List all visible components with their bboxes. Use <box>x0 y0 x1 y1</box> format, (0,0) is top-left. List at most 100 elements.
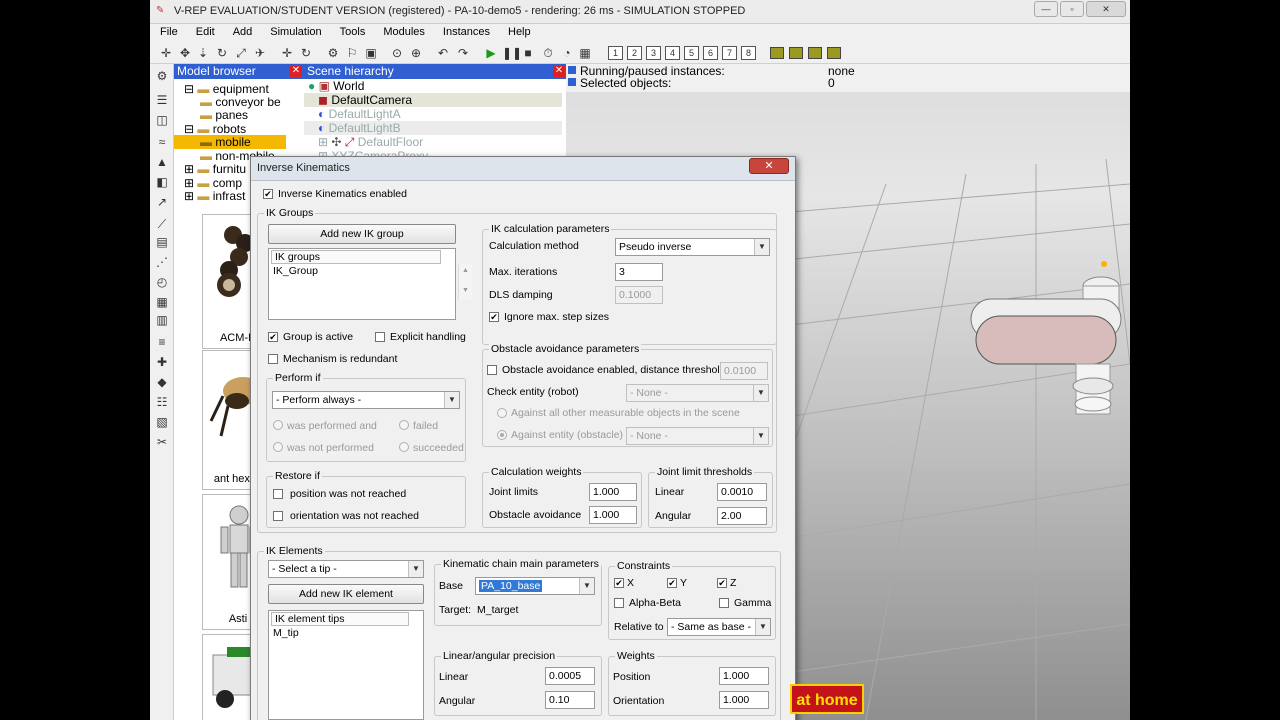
menu-add[interactable]: Add <box>223 24 261 42</box>
object-shift-icon[interactable]: ✛ <box>279 45 295 61</box>
was-performed-and-radio[interactable] <box>273 420 283 430</box>
base-combo[interactable]: PA_10_base ▼ <box>475 577 595 595</box>
layer-button-2[interactable] <box>789 47 803 59</box>
tree-item-conveyor[interactable]: ▬ conveyor be <box>200 95 281 109</box>
assemble-icon[interactable]: ⚙ <box>325 45 341 61</box>
menu-file[interactable]: File <box>150 24 186 42</box>
obstacle-enabled-checkbox[interactable] <box>487 365 497 375</box>
ik-dialog-close-button[interactable]: ✕ <box>749 158 789 174</box>
chart-icon[interactable]: ▧ <box>154 414 170 430</box>
calculation-modules-icon[interactable]: ☰ <box>154 92 170 108</box>
redo-icon[interactable]: ↷ <box>455 45 471 61</box>
fit-icon[interactable]: ⤢ <box>233 45 249 61</box>
play-icon[interactable]: ▶ <box>483 45 499 61</box>
tree-item-robots[interactable]: ⊟ ▬ robots <box>184 122 246 136</box>
orientation-not-reached-checkbox[interactable] <box>273 511 283 521</box>
position-not-reached-checkbox[interactable] <box>273 489 283 499</box>
ik-elements-list[interactable]: IK element tips M_tip <box>268 610 424 720</box>
ik-groups-scrollbar[interactable]: ▲ ▼ <box>458 264 472 300</box>
scene-item-world[interactable]: ● ▣ World <box>308 79 566 93</box>
scroll-down-icon[interactable]: ▼ <box>459 284 472 297</box>
page-button-5[interactable]: 5 <box>684 46 699 60</box>
fly-icon[interactable]: ✈ <box>252 45 268 61</box>
menu-instances[interactable]: Instances <box>433 24 498 42</box>
relative-to-combo[interactable]: - Same as base - ▼ <box>667 618 771 636</box>
page-button-3[interactable]: 3 <box>646 46 661 60</box>
object-properties-icon[interactable]: ⚙ <box>154 68 170 84</box>
precision-linear-input[interactable]: 0.0005 <box>545 667 595 685</box>
rotate-icon[interactable]: ↻ <box>214 45 230 61</box>
page-button-7[interactable]: 7 <box>722 46 737 60</box>
path-icon[interactable]: ↗ <box>154 194 170 210</box>
info-toggle-icon-2[interactable] <box>568 78 576 86</box>
page-button-8[interactable]: 8 <box>741 46 756 60</box>
selection-icon[interactable]: ◧ <box>154 174 170 190</box>
textures-icon[interactable]: ▥ <box>154 312 170 328</box>
object-rotate-icon[interactable]: ↻ <box>298 45 314 61</box>
against-entity-combo[interactable]: - None - ▼ <box>626 427 769 445</box>
select-icon[interactable]: ▣ <box>363 45 379 61</box>
explicit-handling-checkbox[interactable] <box>375 332 385 342</box>
ik-group-item[interactable]: IK_Group <box>273 265 318 277</box>
add-ik-element-button[interactable]: Add new IK element <box>268 584 424 604</box>
precision-angular-input[interactable]: 0.10 <box>545 691 595 709</box>
joint-linear-input[interactable]: 0.0010 <box>717 483 767 501</box>
scene-hierarchy-close-icon[interactable]: ✕ <box>553 65 565 77</box>
tree-item-infrastructure[interactable]: ⊞ ▬ infrast <box>184 189 245 203</box>
graph-icon[interactable]: ⋰ <box>154 254 170 270</box>
ik-groups-list[interactable]: IK groups IK_Group <box>268 248 456 320</box>
gamma-checkbox[interactable] <box>719 598 729 608</box>
check-entity-combo[interactable]: - None - ▼ <box>626 384 769 402</box>
page-button-4[interactable]: 4 <box>665 46 680 60</box>
select-tip-combo[interactable]: - Select a tip - ▼ <box>268 560 424 578</box>
orientation-weight-input[interactable]: 1.000 <box>719 691 769 709</box>
layer-button-1[interactable] <box>770 47 784 59</box>
shapes-icon[interactable]: ▲ <box>154 154 170 170</box>
succeeded-radio[interactable] <box>399 442 409 452</box>
mechanism-redundant-checkbox[interactable] <box>268 354 278 364</box>
add-ik-group-button[interactable]: Add new IK group <box>268 224 456 244</box>
tree-icon[interactable]: ☷ <box>154 394 170 410</box>
scroll-up-icon[interactable]: ▲ <box>459 264 472 277</box>
cut-icon[interactable]: ✂ <box>154 434 170 450</box>
model-browser-close-icon[interactable]: ✕ <box>290 65 302 77</box>
layer-button-4[interactable] <box>827 47 841 59</box>
transfer-icon[interactable]: ⚐ <box>344 45 360 61</box>
scene-item-default-light-a[interactable]: ◐ DefaultLightA <box>318 107 401 121</box>
page-button-6[interactable]: 6 <box>703 46 718 60</box>
joint-angular-input[interactable]: 2.00 <box>717 507 767 525</box>
perform-if-combo[interactable]: - Perform always - ▼ <box>272 391 460 409</box>
ik-enabled-checkbox[interactable]: ✔ <box>263 189 273 199</box>
translate-icon[interactable]: ✛ <box>158 45 174 61</box>
scripts-icon[interactable]: ≈ <box>154 134 170 150</box>
collections-icon[interactable]: ◫ <box>154 112 170 128</box>
layer-button-3[interactable] <box>808 47 822 59</box>
page-button-1[interactable]: 1 <box>608 46 623 60</box>
menu-help[interactable]: Help <box>498 24 539 42</box>
constraint-y-checkbox[interactable]: ✔ <box>667 578 677 588</box>
tree-item-equipment[interactable]: ⊟ ▬ equipment <box>184 82 269 96</box>
scene-item-default-camera[interactable]: ◼ DefaultCamera <box>304 93 562 107</box>
scene-item-default-light-b[interactable]: ◐ DefaultLightB <box>304 121 562 135</box>
menu-modules[interactable]: Modules <box>373 24 433 42</box>
zoom-fit-icon[interactable]: ⊙ <box>389 45 405 61</box>
ignore-step-checkbox[interactable]: ✔ <box>489 312 499 322</box>
close-button[interactable]: ✕ <box>1086 1 1126 17</box>
visualization-icon[interactable]: ◔ <box>559 45 575 61</box>
failed-radio[interactable] <box>399 420 409 430</box>
joint-limits-input[interactable]: 1.000 <box>589 483 637 501</box>
paint-icon[interactable]: ◆ <box>154 374 170 390</box>
tree-item-components[interactable]: ⊞ ▬ comp <box>184 176 242 190</box>
move-icon[interactable]: ✥ <box>177 45 193 61</box>
dynamics-icon[interactable]: ▤ <box>154 234 170 250</box>
group-active-checkbox[interactable]: ✔ <box>268 332 278 342</box>
page-button-2[interactable]: 2 <box>627 46 642 60</box>
tree-item-panes[interactable]: ▬ panes <box>200 108 248 122</box>
filter-icon[interactable]: ◴ <box>154 274 170 290</box>
ik-icon[interactable]: ⟋ <box>154 216 170 232</box>
realtime-icon[interactable]: ⏱ <box>540 45 556 61</box>
constraint-x-checkbox[interactable]: ✔ <box>614 578 624 588</box>
constraint-z-checkbox[interactable]: ✔ <box>717 578 727 588</box>
drop-icon[interactable]: ⇣ <box>195 45 211 61</box>
pause-icon[interactable]: ❚❚ <box>502 45 522 61</box>
